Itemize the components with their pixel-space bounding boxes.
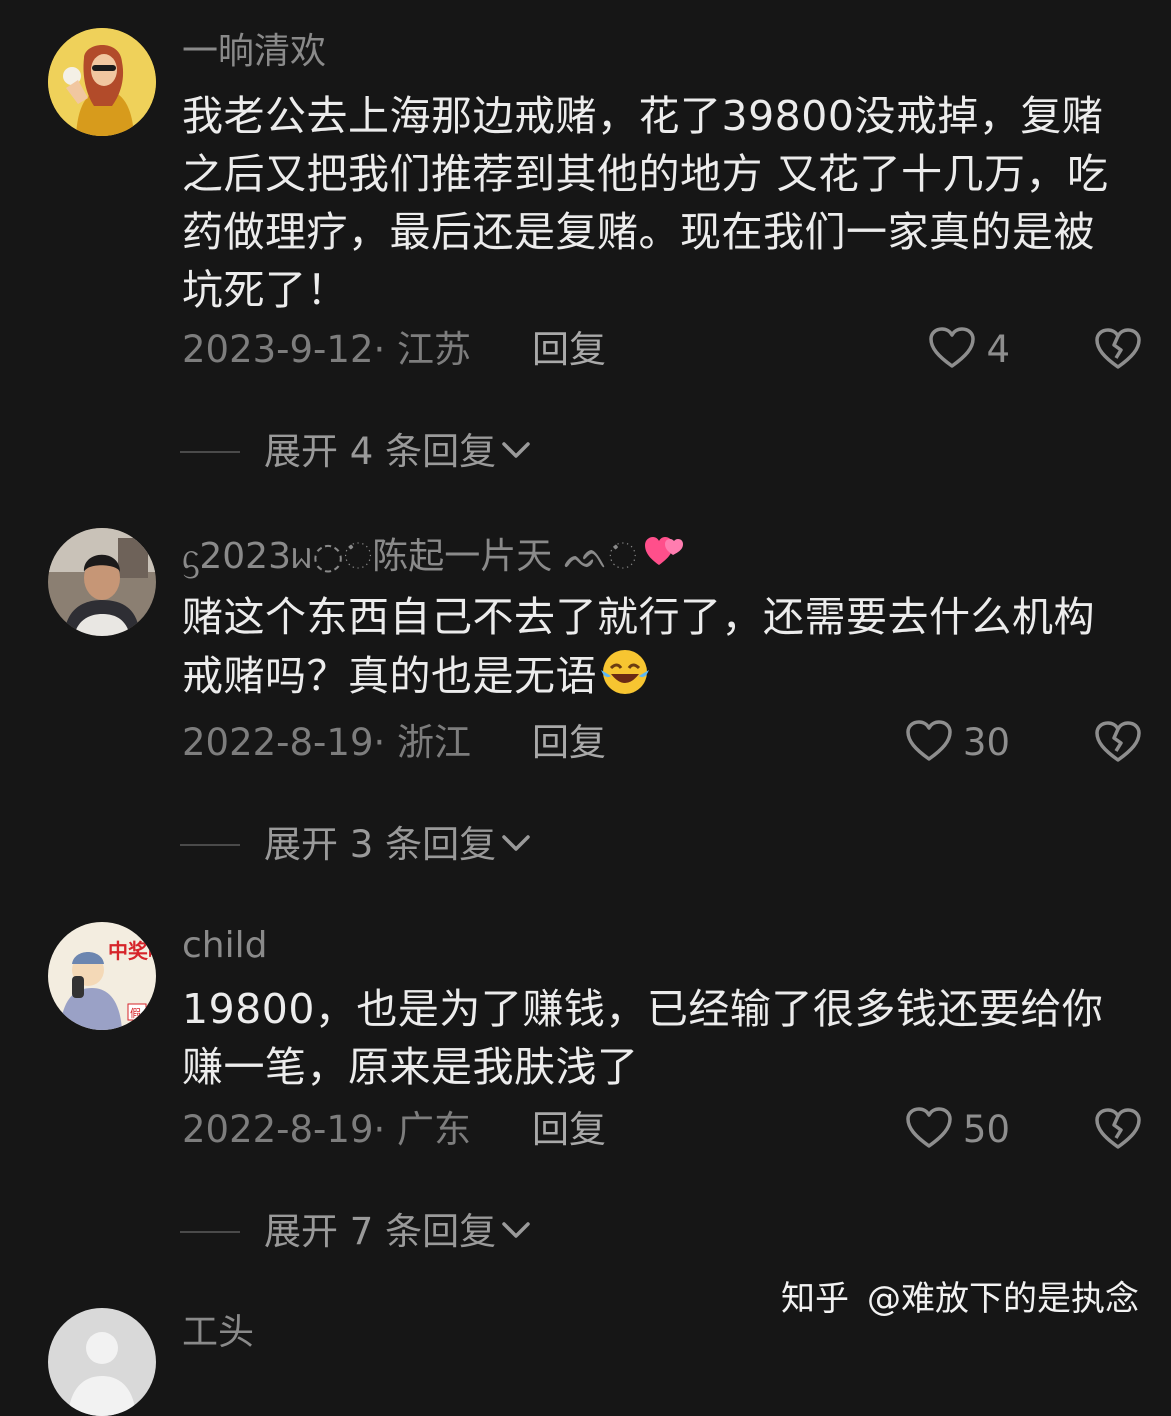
heart-icon: [928, 326, 976, 374]
comment-meta: 2023-9-12· 江苏 回复 4: [182, 325, 1142, 375]
avatar[interactable]: 中奖啦！ 假: [48, 922, 156, 1030]
like-count: 30: [962, 721, 1010, 764]
reply-button[interactable]: 回复: [532, 1105, 606, 1155]
username[interactable]: ᦓ2023ᥕ◌ᨗ陈起一片天 ᨒ◌ᨗ: [182, 531, 687, 582]
divider-line: [180, 1231, 240, 1233]
username[interactable]: child: [182, 924, 267, 968]
avatar-poster-tag: 假: [130, 1006, 141, 1020]
comment-text: 我老公去上海那边戒赌，花了39800没戒掉，复赌之后又把我们推荐到其他的地方 又…: [182, 92, 1109, 314]
comment-date-location: 2022-8-19· 广东: [182, 1108, 472, 1151]
expand-replies-label: 展开 4 条回复: [264, 430, 497, 473]
reply-button[interactable]: 回复: [532, 718, 606, 768]
username[interactable]: 工头: [182, 1311, 254, 1355]
comment-date-location: 2022-8-19· 浙江: [182, 721, 472, 764]
comment-meta: 2022-8-19· 浙江 回复 30: [182, 718, 1142, 768]
broken-heart-icon[interactable]: [1094, 327, 1142, 375]
expand-replies-label: 展开 3 条回复: [264, 823, 497, 866]
username[interactable]: 一晌清欢: [182, 30, 326, 74]
expand-replies-button[interactable]: 展开 7 条回复: [180, 1207, 532, 1257]
like-count: 4: [986, 328, 1010, 371]
watermark: 知乎 @难放下的是执念: [781, 1277, 1139, 1321]
avatar-poster-text: 中奖啦！: [108, 939, 156, 963]
chevron-down-icon: [496, 439, 532, 465]
like-button[interactable]: 50: [905, 1105, 1010, 1155]
like-button[interactable]: 30: [905, 718, 1010, 768]
expand-replies-button[interactable]: 展开 4 条回复: [180, 427, 532, 477]
heart-icon: [905, 1106, 953, 1154]
avatar[interactable]: [48, 28, 156, 136]
like-count: 50: [962, 1108, 1010, 1151]
comment-meta: 2022-8-19· 广东 回复 50: [182, 1105, 1142, 1155]
broken-heart-icon[interactable]: [1094, 720, 1142, 768]
chevron-down-icon: [496, 832, 532, 858]
comment-text: 19800，也是为了赚钱，已经输了很多钱还要给你赚一笔，原来是我肤浅了: [182, 985, 1104, 1091]
avatar[interactable]: [48, 528, 156, 636]
watermark-author: @难放下的是执念: [867, 1279, 1139, 1319]
sparkling-hearts-emoji: [643, 531, 687, 582]
avatar[interactable]: [48, 1308, 156, 1416]
reply-button[interactable]: 回复: [532, 325, 606, 375]
broken-heart-icon[interactable]: [1094, 1107, 1142, 1155]
comment-text: 赌这个东西自己不去了就行了，还需要去什么机构戒赌吗？真的也是无语: [182, 588, 1122, 711]
expand-replies-label: 展开 7 条回复: [264, 1210, 497, 1253]
comment-date-location: 2023-9-12· 江苏: [182, 328, 472, 371]
divider-line: [180, 844, 240, 846]
username-text: ᦓ2023ᥕ◌ᨗ陈起一片天 ᨒ◌ᨗ: [182, 535, 638, 577]
watermark-brand: 知乎: [781, 1279, 849, 1319]
heart-icon: [905, 719, 953, 767]
laughing-tears-emoji: [597, 646, 653, 711]
divider-line: [180, 451, 240, 453]
expand-replies-button[interactable]: 展开 3 条回复: [180, 820, 532, 870]
chevron-down-icon: [496, 1219, 532, 1245]
like-button[interactable]: 4: [928, 325, 1010, 375]
